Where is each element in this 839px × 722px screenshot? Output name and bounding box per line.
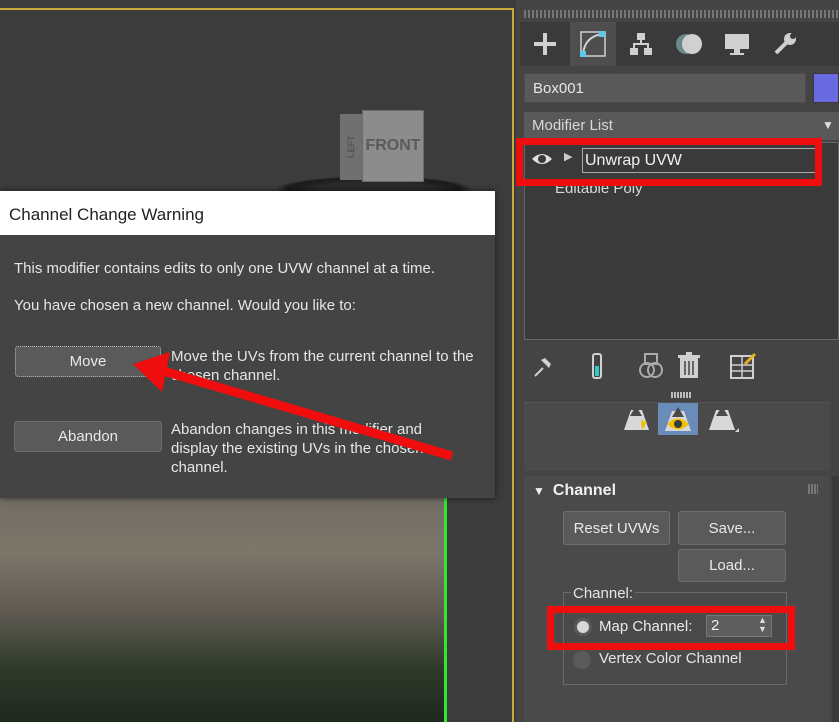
make-unique-icon[interactable] xyxy=(634,348,668,384)
panel-scrollbar[interactable] xyxy=(832,476,839,722)
configure-modifier-sets-icon[interactable] xyxy=(726,348,760,384)
dialog-message-1: This modifier contains edits to only one… xyxy=(14,260,436,277)
ignore-backfacing-icon[interactable] xyxy=(658,403,698,435)
highlight-box-modifier xyxy=(516,138,822,186)
rollout-grip[interactable] xyxy=(671,392,691,398)
pin-stack-icon[interactable] xyxy=(526,348,560,384)
dropdown-arrow-icon[interactable]: ▼ xyxy=(822,118,834,132)
move-description: Move the UVs from the current channel to… xyxy=(171,348,474,384)
reset-uvws-button[interactable]: Reset UVWs xyxy=(563,511,670,545)
dialog-titlebar[interactable]: Channel Change Warning xyxy=(0,191,495,235)
modifier-list-dropdown[interactable]: Modifier List xyxy=(524,112,839,140)
select-vertex-to-poly-icon[interactable] xyxy=(619,403,653,433)
show-end-result-icon[interactable] xyxy=(580,348,614,384)
remove-modifier-icon[interactable] xyxy=(672,348,706,384)
abandon-button[interactable]: Abandon xyxy=(14,421,162,452)
dialog-message-2: You have chosen a new channel. Would you… xyxy=(14,297,356,314)
command-panel-tabs xyxy=(520,22,839,66)
modify-icon[interactable] xyxy=(570,22,616,66)
object-color-swatch[interactable] xyxy=(813,73,839,103)
dialog-title: Channel Change Warning xyxy=(9,205,204,224)
collapse-triangle-icon[interactable]: ▼ xyxy=(533,484,545,498)
save-button[interactable]: Save... xyxy=(678,511,786,545)
rollout-drag-grip[interactable] xyxy=(808,484,818,494)
object-name-field[interactable]: Box001 xyxy=(524,73,806,103)
load-button[interactable]: Load... xyxy=(678,549,786,582)
select-by-element-icon[interactable] xyxy=(702,403,742,435)
vertex-color-channel-radio[interactable] xyxy=(573,651,591,669)
abandon-description: Abandon changes in this modifier and dis… xyxy=(171,421,424,476)
panel-drag-handle[interactable] xyxy=(524,10,839,18)
motion-icon[interactable] xyxy=(666,22,712,66)
vertex-color-channel-label: Vertex Color Channel xyxy=(599,650,742,667)
channel-group-label: Channel: xyxy=(571,585,636,602)
selection-rollout xyxy=(524,392,830,471)
highlight-box-map-channel xyxy=(547,606,795,650)
stack-toolbar xyxy=(524,348,839,384)
display-icon[interactable] xyxy=(714,22,760,66)
create-icon[interactable] xyxy=(522,22,568,66)
channel-rollout-header[interactable]: ▼ Channel xyxy=(533,482,616,500)
channel-rollout-title: Channel xyxy=(552,482,617,499)
hierarchy-icon[interactable] xyxy=(618,22,664,66)
utilities-icon[interactable] xyxy=(762,22,808,66)
move-button[interactable]: Move xyxy=(15,346,161,377)
